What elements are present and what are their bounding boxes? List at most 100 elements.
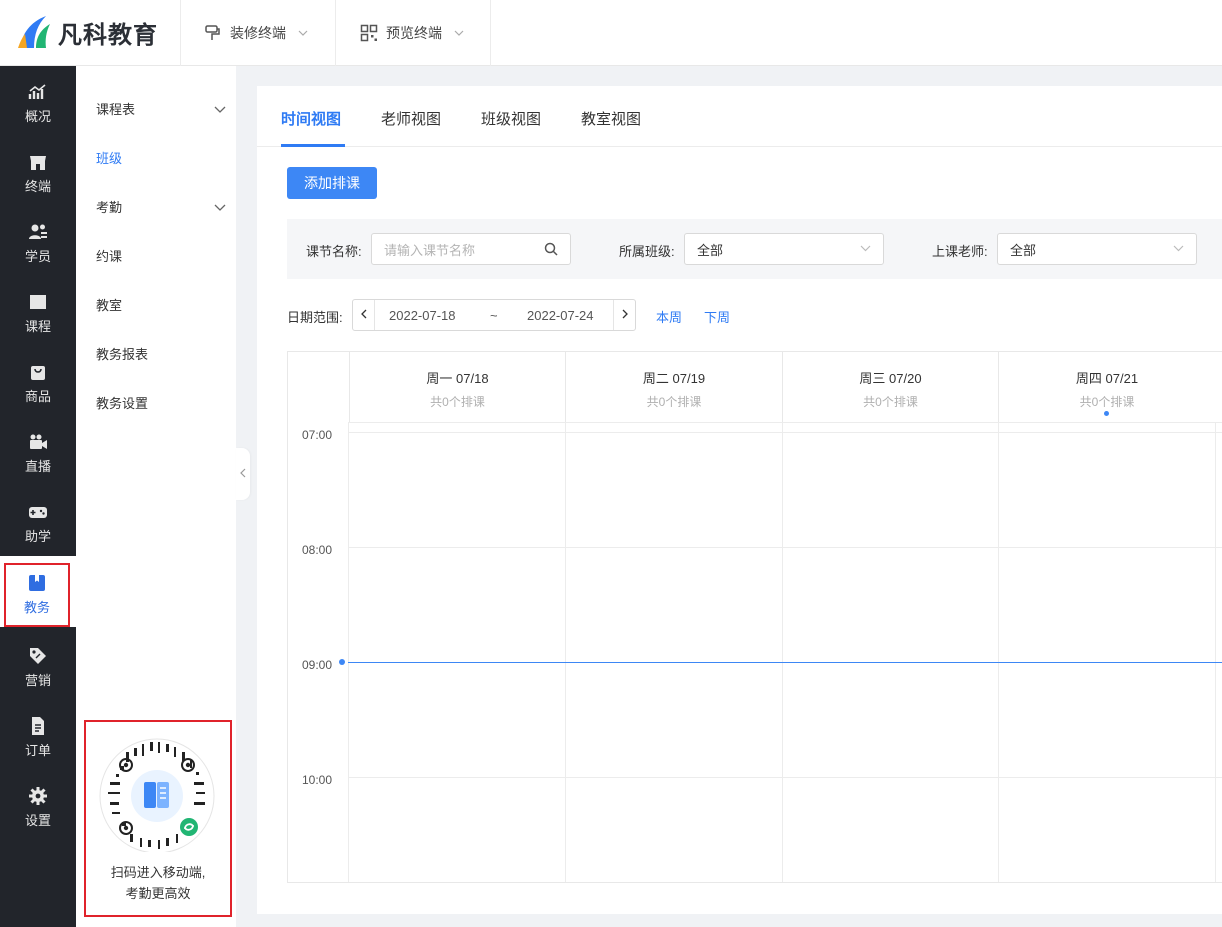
this-week-link[interactable]: 本周: [656, 307, 682, 326]
nav-label: 直播: [24, 459, 51, 474]
day-count: 共0个排课: [1079, 395, 1135, 409]
top-bar: 凡科教育 装修终端 预览终端: [0, 0, 1222, 66]
submenu-label: 约课: [96, 248, 123, 264]
nav-study-aid[interactable]: 助学: [0, 486, 76, 556]
day-header-wed: 周三 07/20 共0个排课: [782, 352, 998, 422]
submenu-label: 班级: [96, 150, 123, 166]
document-icon: [32, 717, 44, 735]
chevron-left-icon: [360, 306, 367, 324]
gamepad-icon: [29, 507, 47, 518]
qr-caption-line-1: 扫码进入移动端,: [110, 865, 206, 880]
current-time-line: [348, 662, 1222, 663]
end-date[interactable]: 2022-07-24: [527, 308, 594, 323]
paint-roller-icon: [204, 24, 222, 42]
day-title: 周三 07/20: [859, 371, 922, 386]
lesson-name-input[interactable]: 请输入课节名称: [371, 233, 571, 265]
submenu-label: 考勤: [96, 199, 123, 215]
tab-class-view[interactable]: 班级视图: [481, 108, 541, 129]
nav-terminal[interactable]: 终端: [0, 136, 76, 206]
submenu-label: 课程表: [96, 101, 136, 117]
divider: [180, 0, 181, 66]
next-week-button[interactable]: [613, 300, 635, 330]
tag-icon: [30, 648, 46, 664]
submenu-classroom[interactable]: 教室: [96, 294, 226, 314]
search-icon: [544, 242, 558, 256]
decorate-terminal-menu[interactable]: 装修终端: [204, 0, 308, 66]
nav-settings[interactable]: 设置: [0, 770, 76, 840]
class-select[interactable]: 全部: [684, 233, 884, 265]
nav-label: 商品: [24, 389, 51, 404]
chevron-down-icon: [298, 30, 308, 36]
book-icon: [30, 295, 46, 309]
active-tab-indicator: [281, 144, 345, 147]
week-calendar: 周一 07/18 共0个排课 周二 07/19 共0个排课 周三 07/20 共…: [287, 351, 1222, 883]
chevron-down-icon: [214, 199, 226, 214]
grid-line: [998, 422, 999, 882]
submenu-class[interactable]: 班级: [96, 147, 226, 167]
grid-line: [1215, 422, 1216, 882]
date-range-label: 日期范围:: [287, 310, 343, 325]
video-icon: [30, 434, 47, 449]
logo-icon: [18, 16, 50, 48]
schedule-panel: 时间视图 老师视图 班级视图 教室视图 添加排课 课节名称: 请输入课节名称 所…: [257, 86, 1222, 914]
tab-classroom-view[interactable]: 教室视图: [581, 108, 641, 129]
chevron-right-icon: [622, 306, 628, 324]
nav-goods[interactable]: 商品: [0, 346, 76, 416]
nav-orders[interactable]: 订单: [0, 700, 76, 770]
collapse-sidebar-handle[interactable]: [236, 448, 250, 500]
preview-terminal-menu[interactable]: 预览终端: [360, 0, 464, 66]
nav-overview[interactable]: 概况: [0, 66, 76, 136]
teacher-select[interactable]: 全部: [997, 233, 1197, 265]
nav-label: 课程: [24, 319, 51, 334]
day-header-tue: 周二 07/19 共0个排课: [565, 352, 782, 422]
day-title: 周四 07/21: [1075, 371, 1139, 386]
grid-line: [349, 432, 1222, 433]
current-time-dot: [339, 659, 345, 665]
brand-logo[interactable]: 凡科教育: [16, 12, 158, 52]
nav-label: 订单: [24, 743, 51, 758]
submenu-label: 教务设置: [96, 395, 149, 411]
next-week-link[interactable]: 下周: [704, 307, 730, 326]
nav-marketing[interactable]: 营销: [0, 630, 76, 700]
nav-live[interactable]: 直播: [0, 416, 76, 486]
students-icon: [29, 224, 47, 239]
divider: [0, 563, 4, 627]
day-count: 共0个排课: [646, 395, 702, 409]
chevron-down-icon: [214, 101, 226, 116]
start-date[interactable]: 2022-07-18: [389, 308, 456, 323]
chevron-down-icon: [860, 245, 871, 252]
day-header-mon: 周一 07/18 共0个排课: [349, 352, 565, 422]
prev-week-button[interactable]: [353, 300, 375, 330]
nav-academic-affairs[interactable]: 教务: [4, 563, 70, 627]
tab-time-view[interactable]: 时间视图: [281, 108, 341, 129]
grid-line: [349, 547, 1222, 548]
range-separator: ~: [490, 308, 498, 323]
grid-line: [349, 422, 1222, 423]
day-title: 周二 07/19: [642, 371, 706, 386]
divider: [335, 0, 336, 66]
submenu-schedule[interactable]: 课程表: [96, 98, 226, 118]
submenu-settings[interactable]: 教务设置: [96, 392, 226, 412]
nav-label: 助学: [24, 529, 51, 544]
time-label: 10:00: [302, 773, 333, 787]
time-label: 09:00: [302, 658, 333, 672]
day-count: 共0个排课: [430, 395, 485, 409]
submenu-label: 教室: [96, 297, 123, 313]
grid-line: [782, 422, 783, 882]
nav-courses[interactable]: 课程: [0, 276, 76, 346]
decorate-terminal-label: 装修终端: [230, 25, 286, 41]
teacher-select-value: 全部: [1010, 242, 1037, 258]
submenu-reports[interactable]: 教务报表: [96, 343, 226, 363]
submenu-booking[interactable]: 约课: [96, 245, 226, 265]
submenu-attendance[interactable]: 考勤: [96, 196, 226, 216]
divider: [490, 0, 491, 66]
mini-program-qr-code: [99, 738, 215, 854]
chevron-down-icon: [454, 30, 464, 36]
nav-label: 教务: [23, 600, 50, 615]
date-range-picker[interactable]: 2022-07-18 ~ 2022-07-24: [352, 299, 636, 331]
tab-teacher-view[interactable]: 老师视图: [381, 108, 441, 129]
day-title: 周一 07/18: [426, 371, 489, 386]
nav-students[interactable]: 学员: [0, 206, 76, 276]
add-schedule-button[interactable]: 添加排课: [287, 167, 377, 199]
submenu-label: 教务报表: [96, 346, 149, 362]
